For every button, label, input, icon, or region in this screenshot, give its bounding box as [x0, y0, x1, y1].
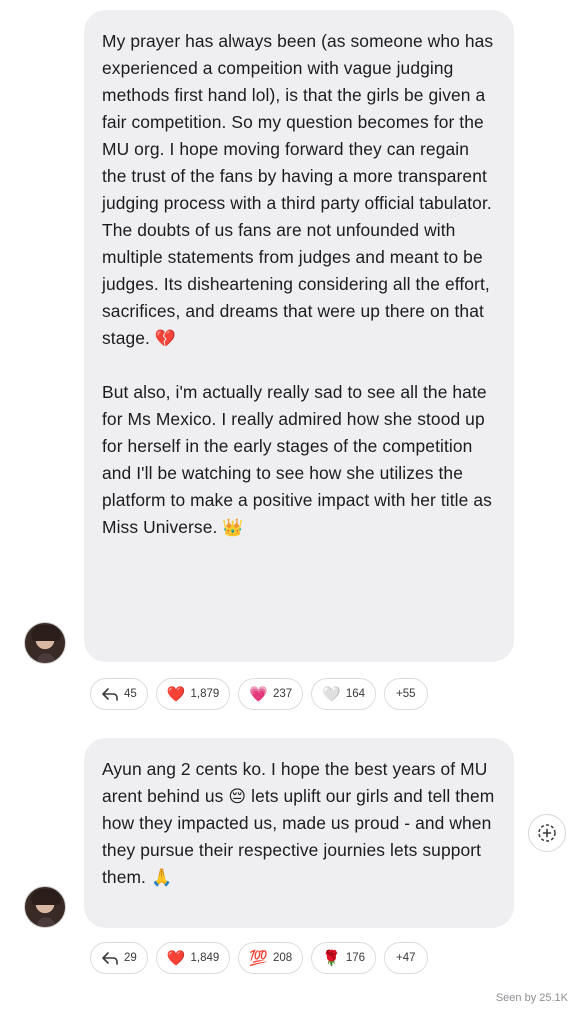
red-heart-icon: ❤️ — [166, 949, 186, 967]
hundred-points-icon: 💯 — [249, 949, 268, 967]
broken-heart-emoji: 💔 — [154, 329, 177, 348]
reaction-rose[interactable]: 🌹 176 — [311, 942, 377, 974]
reaction-count: 1,849 — [190, 952, 220, 964]
avatar[interactable] — [24, 622, 66, 664]
reply-button[interactable]: 45 — [90, 678, 148, 710]
reaction-count: 237 — [272, 688, 293, 700]
seen-by-count: Seen by 25.1K — [495, 992, 568, 1004]
pink-heart-icon: 💗 — [249, 685, 268, 703]
reaction-count: 1,879 — [190, 688, 220, 700]
add-reaction-icon — [538, 824, 556, 842]
crown-emoji: 👑 — [222, 518, 244, 537]
white-heart-icon: 🤍 — [322, 685, 341, 703]
reaction-count: 176 — [345, 952, 366, 964]
message-bubble-1[interactable]: My prayer has always been (as someone wh… — [84, 10, 514, 662]
reaction-bar-1: 45 ❤️ 1,879 💗 237 🤍 164 +55 — [90, 678, 428, 710]
more-reactions-button[interactable]: +55 — [384, 678, 428, 710]
reaction-heart[interactable]: ❤️ 1,849 — [155, 942, 231, 974]
more-reactions-count: +55 — [396, 688, 416, 700]
reaction-hundred[interactable]: 💯 208 — [238, 942, 304, 974]
folded-hands-emoji: 🙏 — [150, 868, 173, 887]
reaction-count: 208 — [272, 952, 293, 964]
reply-arrow-icon — [101, 951, 119, 965]
pensive-face-emoji: 😔 — [228, 787, 247, 806]
rose-icon: 🌹 — [322, 949, 341, 967]
reply-button[interactable]: 29 — [90, 942, 148, 974]
more-reactions-count: +47 — [396, 952, 416, 964]
more-reactions-button[interactable]: +47 — [384, 942, 428, 974]
message-2-text: Ayun ang 2 cents ko. I hope the best yea… — [102, 759, 495, 887]
message-1-paragraph-1: My prayer has always been (as someone wh… — [102, 31, 494, 348]
add-reaction-button[interactable] — [528, 814, 566, 852]
reaction-white-heart[interactable]: 🤍 164 — [311, 678, 377, 710]
message-bubble-2[interactable]: Ayun ang 2 cents ko. I hope the best yea… — [84, 738, 514, 928]
reply-arrow-icon — [101, 687, 119, 701]
reaction-heart[interactable]: ❤️ 1,879 — [155, 678, 231, 710]
red-heart-icon: ❤️ — [166, 685, 186, 703]
reply-count: 29 — [124, 952, 137, 964]
reaction-bar-2: 29 ❤️ 1,849 💯 208 🌹 176 +47 — [90, 942, 428, 974]
reaction-count: 164 — [345, 688, 366, 700]
message-1-paragraph-2: But also, i'm actually really sad to see… — [102, 382, 492, 537]
reply-count: 45 — [124, 688, 137, 700]
avatar[interactable] — [24, 886, 66, 928]
reaction-pink-heart[interactable]: 💗 237 — [238, 678, 304, 710]
